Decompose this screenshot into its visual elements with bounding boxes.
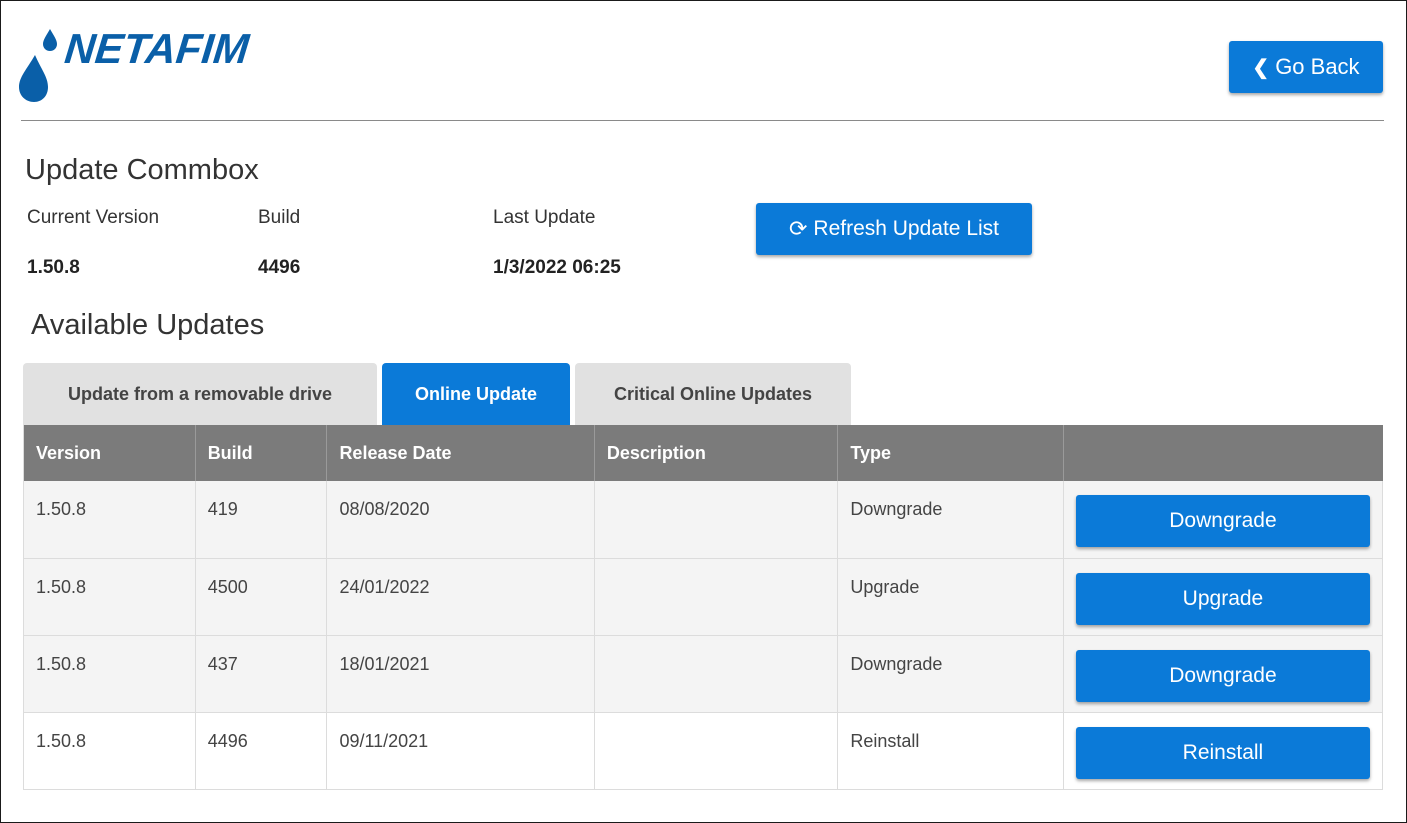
refresh-update-list-button[interactable]: ⟳ Refresh Update List	[756, 203, 1032, 255]
reinstall-button[interactable]: Reinstall	[1075, 726, 1370, 779]
downgrade-button[interactable]: Downgrade	[1075, 495, 1370, 547]
cell-version: 1.50.8	[23, 558, 196, 636]
chevron-left-icon: ❮	[1252, 56, 1270, 79]
cell-build: 419	[195, 481, 328, 559]
table-row: 1.50.8 4496 09/11/2021 Reinstall Reinsta…	[23, 712, 1384, 790]
column-header-description: Description	[594, 425, 839, 481]
cell-build: 4500	[195, 558, 328, 636]
cell-action: Downgrade	[1063, 635, 1384, 713]
refresh-label: Refresh Update List	[813, 217, 1000, 240]
cell-release-date: 08/08/2020	[326, 481, 595, 559]
downgrade-button[interactable]: Downgrade	[1075, 649, 1370, 702]
page-title: Update Commbox	[25, 154, 259, 186]
cell-type: Reinstall	[837, 712, 1064, 790]
go-back-button[interactable]: ❮ Go Back	[1229, 41, 1383, 93]
last-update-value: 1/3/2022 06:25	[493, 257, 621, 278]
table-header-row: Version Build Release Date Description T…	[23, 425, 1383, 481]
cell-description	[594, 481, 839, 559]
column-header-build: Build	[195, 425, 328, 481]
column-header-release-date: Release Date	[326, 425, 595, 481]
go-back-label: Go Back	[1275, 54, 1360, 79]
water-drops-icon	[19, 29, 57, 102]
updates-table: Version Build Release Date Description T…	[23, 425, 1384, 790]
cell-type: Downgrade	[837, 481, 1064, 559]
cell-action: Downgrade	[1063, 481, 1384, 559]
cell-description	[594, 712, 839, 790]
build-value: 4496	[258, 257, 301, 278]
cell-version: 1.50.8	[23, 481, 196, 559]
tab-critical-online-updates[interactable]: Critical Online Updates	[575, 363, 851, 425]
last-update-label: Last Update	[493, 207, 596, 228]
cell-action: Upgrade	[1063, 558, 1384, 636]
cell-version: 1.50.8	[23, 635, 196, 713]
table-row: 1.50.8 4500 24/01/2022 Upgrade Upgrade	[23, 558, 1384, 636]
cell-build: 437	[195, 635, 328, 713]
cell-release-date: 18/01/2021	[326, 635, 595, 713]
table-row: 1.50.8 437 18/01/2021 Downgrade Downgrad…	[23, 635, 1384, 713]
current-version-value: 1.50.8	[27, 257, 80, 278]
cell-action: Reinstall	[1063, 712, 1384, 790]
cell-version: 1.50.8	[23, 712, 196, 790]
available-updates-title: Available Updates	[31, 309, 265, 341]
logo-text: NETAFIM	[62, 25, 252, 72]
upgrade-button[interactable]: Upgrade	[1075, 572, 1370, 625]
column-header-action	[1063, 425, 1383, 481]
cell-description	[594, 558, 839, 636]
cell-description	[594, 635, 839, 713]
netafim-logo: NETAFIM	[17, 21, 297, 103]
cell-release-date: 24/01/2022	[326, 558, 595, 636]
header-divider	[21, 120, 1384, 121]
column-header-version: Version	[23, 425, 196, 481]
app-frame: NETAFIM ❮ Go Back Update Commbox Current…	[0, 0, 1407, 823]
build-label: Build	[258, 207, 301, 228]
tab-online-update[interactable]: Online Update	[382, 363, 570, 425]
tab-removable-drive[interactable]: Update from a removable drive	[23, 363, 377, 425]
cell-type: Downgrade	[837, 635, 1064, 713]
refresh-icon: ⟳	[788, 216, 808, 241]
current-version-label: Current Version	[27, 207, 160, 228]
table-row: 1.50.8 419 08/08/2020 Downgrade Downgrad…	[23, 481, 1384, 559]
cell-type: Upgrade	[837, 558, 1064, 636]
cell-build: 4496	[195, 712, 328, 790]
cell-release-date: 09/11/2021	[326, 712, 595, 790]
column-header-type: Type	[837, 425, 1064, 481]
